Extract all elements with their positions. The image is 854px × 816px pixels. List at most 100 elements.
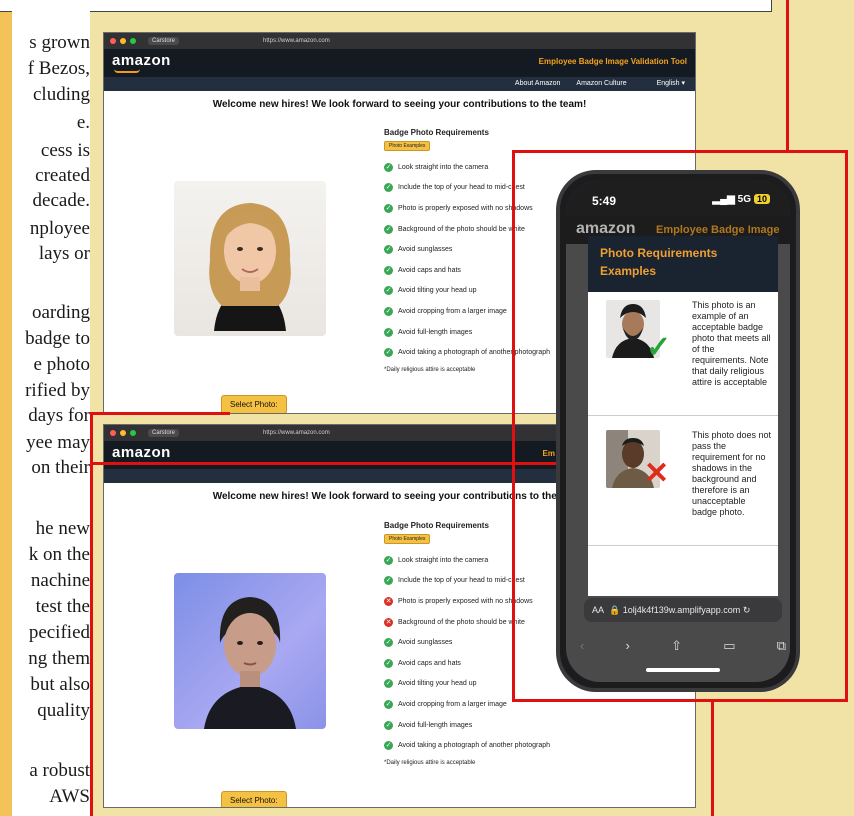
requirement-text: Avoid sunglasses [398,639,453,647]
nav-about[interactable]: About Amazon [515,80,561,87]
check-icon: ✓ [384,224,393,234]
requirement-text: Avoid cropping from a larger image [398,307,507,315]
article-line: created [35,165,90,186]
article-line: yee may [26,432,90,453]
tabs-icon[interactable]: ⧉ [777,638,786,654]
status-time: 5:49 [592,194,617,208]
check-icon: ✓ [384,183,393,193]
photo-examples-button[interactable]: Photo Examples [384,141,431,151]
requirement-item: ✓ Avoid taking a photograph of another ph… [384,735,550,756]
article-line: rified by [25,380,90,401]
check-icon: ✓ [384,638,393,648]
article-line: k on the [28,544,90,565]
phone-screen: 5:49 ▂▄▆ 5G 10 amazon Employee Badge Imag… [566,180,790,682]
requirement-text: Avoid taking a photograph of another pho… [398,742,551,750]
amazon-logo[interactable]: amazon [112,52,171,69]
text-size-button[interactable]: AA [592,605,604,615]
amazon-nav: About Amazon Amazon Culture English ▾ [104,77,695,91]
cross-icon: ✕ [384,617,393,627]
phone-mockup: 5:49 ▂▄▆ 5G 10 amazon Employee Badge Imag… [556,170,800,692]
welcome-heading: Welcome new hires! We look forward to se… [212,99,587,110]
maximize-dot-icon[interactable] [130,38,136,44]
check-icon: ✓ [384,245,393,255]
check-icon: ✓ [384,555,393,565]
check-icon: ✓ [384,162,393,172]
battery-icon: 10 [753,194,770,204]
check-icon: ✓ [384,286,393,296]
article-line: nployee [29,218,90,239]
article-line: days for [28,405,90,426]
check-icon: ✓ [384,741,393,751]
examples-modal: Photo Requirements Examples ✓ This photo… [588,236,778,596]
article-line: oarding [31,302,90,323]
minimize-dot-icon[interactable] [120,38,126,44]
requirement-text: Avoid caps and hats [398,266,461,274]
rejected-x-icon: ✕ [644,457,670,490]
check-icon: ✓ [384,720,393,730]
cross-icon: ✕ [384,596,393,606]
close-dot-icon[interactable] [110,38,116,44]
article-line: a robust [29,760,90,781]
check-icon: ✓ [384,679,393,689]
article-line: ng them [28,648,90,669]
accepted-check-icon: ✓ [646,331,672,364]
requirement-text: Avoid caps and hats [398,659,461,667]
phone-toolbar: ‹ › ⇧ ▭ ⧉ [580,638,786,654]
article-text-column: s grown f Bezos, cluding e. cess is created de… [12,0,90,816]
article-line: nachine [30,570,90,591]
requirement-text: Include the top of your head to mid-ches… [398,184,525,192]
article-line: decade. [32,190,90,211]
highlight-connector [90,462,560,465]
phone-tool-title: Employee Badge Image [656,224,780,236]
requirement-text: Avoid full-length images [398,721,473,729]
article-line: test the [35,596,90,617]
highlight-connector-top [786,0,789,152]
photo-examples-button[interactable]: Photo Examples [384,534,431,544]
left-accent-stripe [0,0,12,816]
requirement-text: Include the top of your head to mid-ches… [398,577,525,585]
article-line: quality [37,700,90,721]
requirement-text: Avoid sunglasses [398,246,453,254]
example-card-accepted: ✓ This photo is an example of an accepta… [588,300,778,416]
url-bar[interactable]: https://www.amazon.com [263,430,330,436]
amazon-header: amazon Employee Badge Image Validation T… [104,49,695,77]
article-line: f Bezos, [27,58,90,79]
check-icon: ✓ [384,699,393,709]
top-frame-edge [0,0,772,12]
tool-title: Employee Badge Image Validation Tool [538,57,687,66]
select-photo-button[interactable]: Select Photo: [221,395,287,413]
requirement-text: Look straight into the camera [398,163,489,171]
home-indicator [646,668,720,672]
highlight-frame-left [90,412,230,816]
check-icon: ✓ [384,203,393,213]
select-photo-button[interactable]: Select Photo: [221,791,287,807]
back-icon[interactable]: ‹ [580,638,584,654]
status-bar: 5:49 ▂▄▆ 5G 10 [566,180,790,216]
article-line: AWS [49,786,90,807]
rejected-description: This photo does not pass the requirement… [692,430,772,517]
bookmarks-icon[interactable]: ▭ [723,638,735,654]
browser-chrome: Carstore https://www.amazon.com [104,33,695,49]
requirements-title: Badge Photo Requirements [384,128,489,137]
check-icon: ✓ [384,348,393,358]
check-icon: ✓ [384,576,393,586]
forward-icon[interactable]: › [626,638,630,654]
article-line: on their [31,457,90,478]
share-icon[interactable]: ⇧ [671,638,682,654]
nav-culture[interactable]: Amazon Culture [576,80,626,87]
article-line: lays or [38,243,90,264]
browser-tab[interactable]: Carstore [148,37,180,45]
article-line: e photo [33,354,90,375]
url-bar[interactable]: https://www.amazon.com [263,38,330,44]
accepted-description: This photo is an example of an acceptabl… [692,300,771,387]
requirement-text: Avoid full-length images [398,328,473,336]
nav-language[interactable]: English ▾ [643,80,685,87]
religious-attire-note: *Daily religious attire is acceptable [384,759,476,766]
check-icon: ✓ [384,658,393,668]
article-line: he new [35,518,90,539]
article-line: but also [30,674,90,695]
example-card-rejected: ✕ This photo does not pass the requireme… [588,430,778,546]
phone-url-bar[interactable]: AA 🔒 1olj4k4f139w.amplifyapp.com ↻ [584,598,782,622]
sample-photo-woman [174,181,326,336]
requirement-text: Avoid cropping from a larger image [398,700,507,708]
